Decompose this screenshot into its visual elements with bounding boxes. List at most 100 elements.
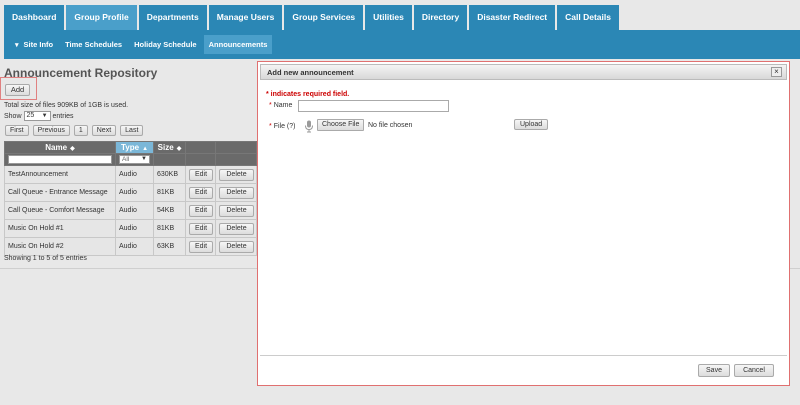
page-number-button[interactable]: 1 bbox=[73, 125, 88, 136]
name-filter-cell bbox=[4, 153, 116, 166]
tab-utilities[interactable]: Utilities bbox=[365, 5, 412, 30]
row-name: Call Queue - Comfort Message bbox=[4, 201, 116, 220]
delete-button[interactable]: Delete bbox=[219, 240, 254, 253]
column-size-header[interactable]: Size ◆ bbox=[153, 141, 186, 154]
row-type: Audio bbox=[115, 165, 154, 184]
table-row: Music On Hold #1 Audio 81KB Edit Delete bbox=[4, 219, 257, 238]
dialog-footer-divider bbox=[260, 355, 787, 356]
column-name-header[interactable]: Name ◆ bbox=[4, 141, 116, 154]
edit-button[interactable]: Edit bbox=[189, 240, 213, 253]
cancel-button[interactable]: Cancel bbox=[734, 364, 774, 377]
table-info-text: Showing 1 to 5 of 5 entries bbox=[4, 255, 87, 262]
top-navigation: Dashboard Group Profile Departments Mana… bbox=[0, 0, 800, 30]
subnav-holiday-schedule[interactable]: Holiday Schedule bbox=[129, 35, 202, 54]
dialog-header: Add new announcement × bbox=[260, 64, 787, 80]
storage-usage-text: Total size of files 909KB of 1GB is used… bbox=[4, 102, 129, 109]
upload-button[interactable]: Upload bbox=[514, 119, 549, 130]
sort-icon: ◆ bbox=[176, 146, 182, 152]
microphone-icon[interactable] bbox=[304, 120, 314, 133]
row-type: Audio bbox=[115, 219, 154, 238]
type-filter-value: All bbox=[122, 156, 130, 163]
edit-button[interactable]: Edit bbox=[189, 222, 213, 235]
tab-dashboard[interactable]: Dashboard bbox=[4, 5, 65, 30]
name-label-text: Name bbox=[273, 102, 293, 109]
row-name: Call Queue - Entrance Message bbox=[4, 183, 116, 202]
row-size: 54KB bbox=[153, 201, 186, 220]
add-button[interactable]: Add bbox=[5, 84, 30, 96]
tab-disaster-redirect[interactable]: Disaster Redirect bbox=[469, 5, 556, 30]
choose-file-button[interactable]: Choose File bbox=[317, 119, 365, 131]
tab-call-details[interactable]: Call Details bbox=[557, 5, 619, 30]
previous-page-button[interactable]: Previous bbox=[32, 125, 70, 136]
save-button[interactable]: Save bbox=[698, 364, 730, 377]
chevron-down-icon: ▼ bbox=[141, 156, 147, 162]
row-name: Music On Hold #2 bbox=[4, 237, 116, 256]
row-size: 63KB bbox=[153, 237, 186, 256]
chevron-down-icon: ▼ bbox=[41, 113, 48, 119]
first-page-button[interactable]: First bbox=[5, 125, 29, 136]
required-marker: * bbox=[269, 102, 272, 109]
row-name: Music On Hold #1 bbox=[4, 219, 116, 238]
row-type: Audio bbox=[115, 201, 154, 220]
column-delete-header bbox=[215, 141, 257, 154]
table-row: TestAnnouncement Audio 630KB Edit Delete bbox=[4, 165, 257, 184]
pagination: First Previous 1 Next Last bbox=[5, 125, 144, 136]
entries-label: entries bbox=[52, 112, 74, 120]
tab-directory[interactable]: Directory bbox=[413, 5, 468, 30]
delete-button[interactable]: Delete bbox=[219, 168, 254, 181]
required-marker: * bbox=[269, 123, 272, 130]
tab-group-services[interactable]: Group Services bbox=[284, 5, 364, 30]
type-filter-cell: All ▼ bbox=[115, 153, 154, 166]
file-field-label: * File (?) bbox=[269, 123, 295, 130]
last-page-button[interactable]: Last bbox=[120, 125, 144, 136]
close-icon[interactable]: × bbox=[771, 67, 782, 77]
edit-button[interactable]: Edit bbox=[189, 186, 213, 199]
page-length-control: Show 25 ▼ entries bbox=[4, 111, 74, 121]
row-name: TestAnnouncement bbox=[4, 165, 116, 184]
tab-group-profile[interactable]: Group Profile bbox=[66, 5, 137, 30]
subnav-site-info-label: Site Info bbox=[23, 40, 54, 49]
edit-button[interactable]: Edit bbox=[189, 204, 213, 217]
table-row: Music On Hold #2 Audio 63KB Edit Delete bbox=[4, 237, 257, 256]
column-type-header[interactable]: Type ▲ bbox=[115, 141, 154, 154]
row-size: 81KB bbox=[153, 219, 186, 238]
tab-manage-users[interactable]: Manage Users bbox=[208, 5, 283, 30]
no-file-text: No file chosen bbox=[368, 122, 413, 129]
page-length-select[interactable]: 25 ▼ bbox=[23, 111, 51, 121]
required-field-note: * indicates required field. bbox=[266, 91, 350, 98]
main-tabs: Dashboard Group Profile Departments Mana… bbox=[4, 5, 619, 30]
type-filter-select[interactable]: All ▼ bbox=[119, 155, 150, 164]
tab-departments[interactable]: Departments bbox=[138, 5, 207, 30]
chevron-down-icon: ▾ bbox=[15, 42, 19, 49]
name-input[interactable] bbox=[298, 100, 449, 112]
sort-icon: ◆ bbox=[70, 146, 75, 152]
row-size: 630KB bbox=[153, 165, 186, 184]
file-label-text[interactable]: File (?) bbox=[274, 123, 296, 130]
column-size-label: Size bbox=[157, 143, 174, 152]
delete-button[interactable]: Delete bbox=[219, 186, 254, 199]
dialog-title: Add new announcement bbox=[267, 68, 354, 77]
delete-button[interactable]: Delete bbox=[219, 204, 254, 217]
column-name-label: Name bbox=[45, 143, 68, 152]
column-type-label: Type bbox=[120, 143, 140, 152]
edit-button[interactable]: Edit bbox=[189, 168, 213, 181]
page-length-value: 25 bbox=[26, 112, 35, 119]
add-announcement-dialog: Add new announcement × * indicates requi… bbox=[257, 61, 790, 386]
sort-up-icon: ▲ bbox=[142, 146, 149, 152]
next-page-button[interactable]: Next bbox=[91, 125, 117, 136]
name-filter-input[interactable] bbox=[8, 155, 112, 164]
show-label: Show bbox=[4, 112, 22, 120]
row-type: Audio bbox=[115, 237, 154, 256]
row-size: 81KB bbox=[153, 183, 186, 202]
column-edit-header bbox=[185, 141, 216, 154]
announcements-table: Name ◆ Type ▲ Size ◆ All ▼ TestAnnouncement … bbox=[4, 141, 257, 256]
subnav-announcements[interactable]: Announcements bbox=[203, 35, 273, 54]
delete-button[interactable]: Delete bbox=[219, 222, 254, 235]
table-row: Call Queue - Comfort Message Audio 54KB … bbox=[4, 201, 257, 220]
subnav-time-schedules[interactable]: Time Schedules bbox=[60, 35, 127, 54]
subnav-site-info[interactable]: ▾ Site Info bbox=[10, 35, 58, 54]
sub-navigation: ▾ Site Info Time Schedules Holiday Schedu… bbox=[4, 30, 800, 59]
row-type: Audio bbox=[115, 183, 154, 202]
table-row: Call Queue - Entrance Message Audio 81KB… bbox=[4, 183, 257, 202]
name-field-label: * Name bbox=[269, 102, 292, 109]
